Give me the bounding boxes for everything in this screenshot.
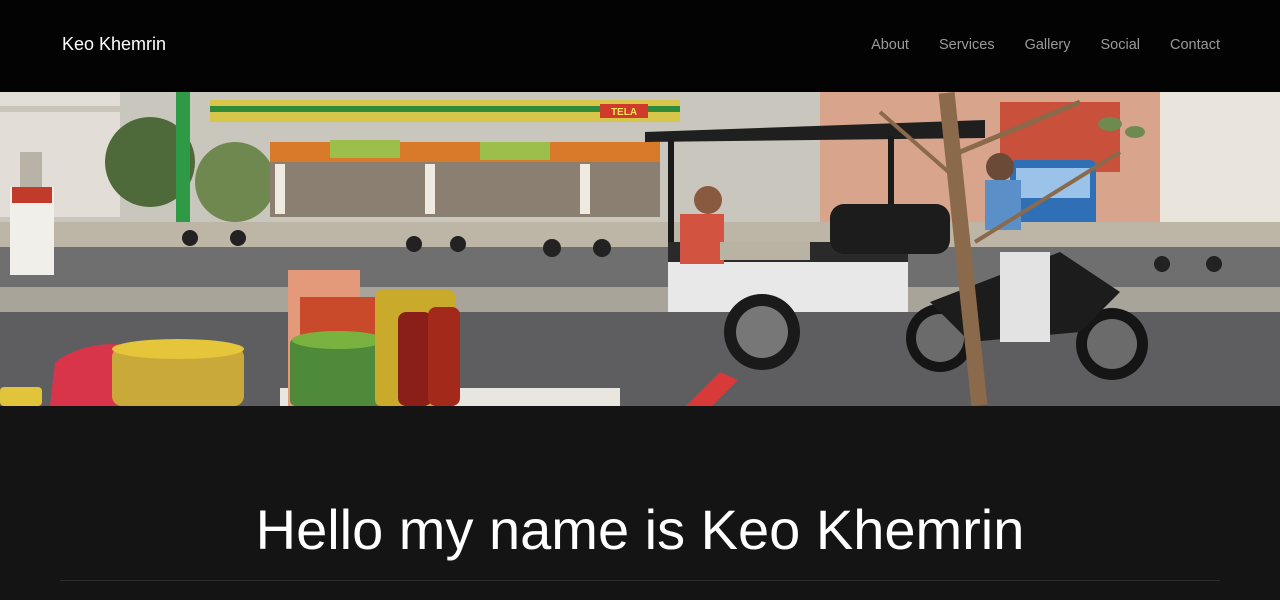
nav-link-contact[interactable]: Contact (1170, 37, 1220, 53)
nav-link-gallery[interactable]: Gallery (1025, 37, 1071, 53)
section-divider (60, 580, 1220, 581)
nav-item-social: Social (1101, 36, 1141, 54)
main-content: Hello my name is Keo Khemrin (0, 406, 1280, 600)
nav-link-social[interactable]: Social (1101, 37, 1141, 53)
nav-link-services[interactable]: Services (939, 37, 995, 53)
top-navbar: Keo Khemrin About Services Gallery Socia… (0, 0, 1280, 92)
page-headline: Hello my name is Keo Khemrin (255, 498, 1025, 561)
nav-item-gallery: Gallery (1025, 36, 1071, 54)
nav-item-contact: Contact (1170, 36, 1220, 54)
hero-street-photo: TELA (0, 92, 1280, 406)
nav-item-about: About (871, 36, 909, 54)
brand-link[interactable]: Keo Khemrin (62, 34, 166, 55)
station-sign-text: TELA (611, 107, 637, 118)
nav-link-about[interactable]: About (871, 37, 909, 53)
street-scene-illustration: TELA (0, 92, 1280, 406)
nav-menu: About Services Gallery Social Contact (871, 36, 1220, 54)
nav-item-services: Services (939, 36, 995, 54)
